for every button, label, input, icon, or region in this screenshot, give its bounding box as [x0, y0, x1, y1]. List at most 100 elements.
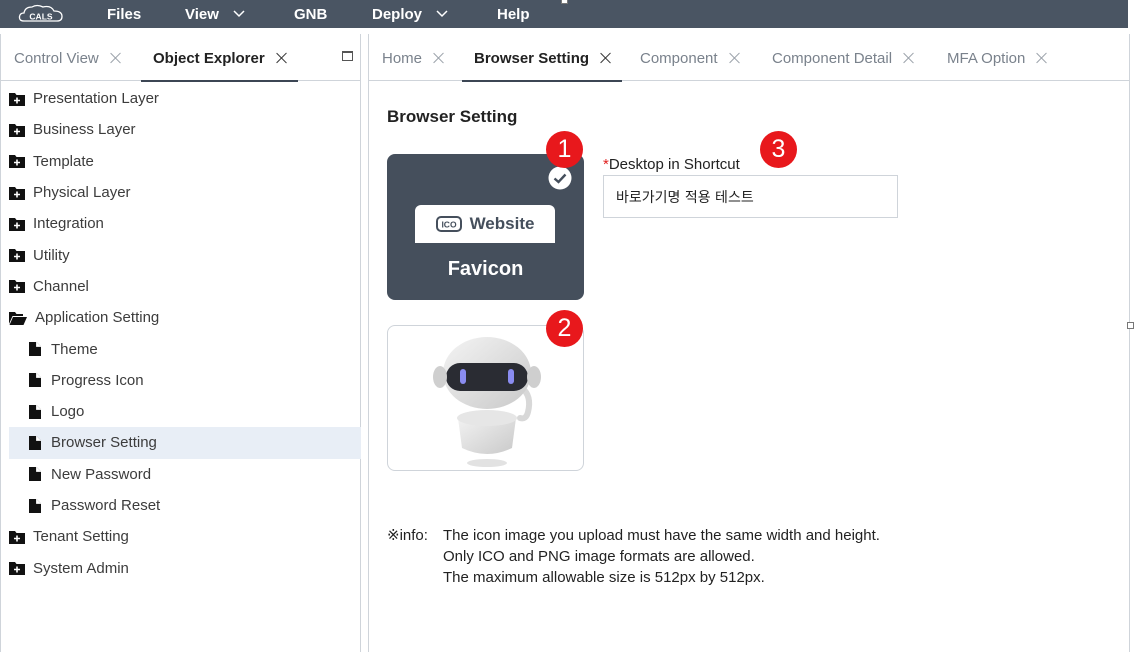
tree-item-label: Physical Layer: [33, 184, 131, 202]
info-prefix: ※info:: [387, 527, 428, 544]
right-tabbar: Home Browser Setting Component Component…: [369, 34, 1129, 82]
info-line: The maximum allowable size is 512px by 5…: [443, 569, 765, 586]
menu-gnb-label: GNB: [294, 5, 328, 23]
tree-item-label: Channel: [33, 277, 89, 295]
tree-item-password-reset[interactable]: Password Reset: [1, 490, 361, 521]
tab-control-view[interactable]: Control View: [14, 34, 122, 81]
tab-component[interactable]: Component: [640, 34, 741, 81]
tab-label: Component Detail: [772, 50, 893, 67]
close-icon[interactable]: [276, 52, 288, 64]
tree-item-logo[interactable]: Logo: [1, 396, 361, 427]
tree-item-new-password[interactable]: New Password: [1, 459, 361, 490]
tree-item-utility[interactable]: Utility: [1, 239, 361, 270]
tab-label: Control View: [14, 50, 99, 67]
file-icon: [29, 373, 41, 388]
menu-help-label: Help: [497, 5, 530, 23]
right-panel: Home Browser Setting Component Component…: [368, 34, 1130, 652]
tree-item-label: Password Reset: [51, 497, 161, 514]
tab-label: MFA Option: [947, 50, 1026, 67]
close-icon[interactable]: [903, 52, 915, 64]
left-tabbar: Control View Object Explorer: [1, 34, 360, 82]
tree-item-business-layer[interactable]: Business Layer: [1, 114, 361, 145]
resize-handle[interactable]: [1127, 322, 1134, 329]
tree-item-presentation-layer[interactable]: Presentation Layer: [1, 83, 361, 114]
folder-open-icon: [9, 311, 27, 325]
field-label-text: Desktop in Shortcut: [608, 156, 740, 173]
tree-item-label: System Admin: [33, 559, 129, 577]
folder-plus-icon: [9, 249, 25, 263]
resize-handle[interactable]: [561, 0, 568, 4]
menu-files-label: Files: [107, 5, 142, 23]
folder-plus-icon: [9, 92, 25, 106]
tab-object-explorer[interactable]: Object Explorer: [141, 34, 298, 82]
check-circle-icon: [548, 166, 572, 190]
tab-browser-setting[interactable]: Browser Setting: [461, 34, 623, 82]
tab-label: Object Explorer: [153, 50, 265, 67]
folder-plus-icon: [9, 155, 25, 169]
close-icon[interactable]: [110, 52, 122, 64]
close-icon[interactable]: [1036, 52, 1048, 64]
close-icon[interactable]: [729, 52, 741, 64]
section-title: Browser Setting: [387, 107, 518, 126]
tree-item-label: Business Layer: [33, 121, 136, 139]
tree-item-channel[interactable]: Channel: [1, 271, 361, 302]
chevron-down-icon: [233, 10, 245, 18]
tree-item-template[interactable]: Template: [1, 146, 361, 177]
menu-help[interactable]: Help: [497, 0, 530, 28]
tab-home[interactable]: Home: [382, 34, 445, 81]
left-panel: Control View Object Explorer Presentatio…: [0, 34, 361, 652]
tree-item-label: New Password: [51, 465, 152, 483]
tree-item-label: Application Setting: [35, 309, 160, 327]
ico-icon-text: ICO: [441, 220, 457, 230]
folder-plus-icon: [9, 217, 25, 231]
file-icon: [29, 467, 41, 482]
desktop-shortcut-label: *Desktop in Shortcut: [603, 156, 740, 173]
menu-deploy[interactable]: Deploy: [372, 0, 448, 28]
cals-logo-icon[interactable]: CALS: [18, 3, 66, 25]
tree-item-integration[interactable]: Integration: [1, 208, 361, 239]
tree-item-label: Progress Icon: [51, 371, 144, 389]
close-icon[interactable]: [600, 52, 612, 64]
website-label: Website: [469, 214, 535, 233]
badge-2: 2: [546, 310, 583, 347]
favicon-card[interactable]: ICO Website Favicon: [387, 154, 584, 300]
tree-item-browser-setting[interactable]: Browser Setting: [9, 427, 361, 459]
desktop-shortcut-input[interactable]: [603, 175, 898, 218]
tab-label: Home: [382, 50, 423, 67]
tree-item-system-admin[interactable]: System Admin: [1, 552, 361, 583]
info-line: The icon image you upload must have the …: [443, 527, 880, 544]
tab-component-detail[interactable]: Component Detail: [772, 34, 915, 81]
folder-plus-icon: [9, 186, 25, 200]
tab-label: Browser Setting: [474, 50, 590, 67]
folder-plus-icon: [9, 562, 25, 576]
tree-item-label: Logo: [51, 403, 85, 421]
menu-view[interactable]: View: [185, 0, 245, 28]
menu-files[interactable]: Files: [107, 0, 141, 28]
tree-item-theme[interactable]: Theme: [1, 333, 361, 364]
tab-label: Component: [640, 50, 718, 67]
object-tree: Presentation Layer Business Layer Templa…: [1, 83, 361, 584]
tree-item-label: Integration: [33, 215, 104, 233]
tree-item-progress-icon[interactable]: Progress Icon: [1, 365, 361, 396]
file-icon: [29, 435, 41, 450]
file-icon: [29, 342, 41, 357]
chevron-down-icon: [436, 10, 448, 18]
folder-plus-icon: [9, 123, 25, 137]
close-icon[interactable]: [433, 52, 445, 64]
tree-item-label: Browser Setting: [51, 434, 157, 452]
tab-mfa-option[interactable]: MFA Option: [947, 34, 1048, 81]
tree-item-label: Utility: [33, 246, 70, 264]
badge-1: 1: [546, 131, 583, 168]
menu-gnb[interactable]: GNB: [294, 0, 327, 28]
website-pill: ICO Website: [415, 205, 555, 243]
tree-item-tenant-setting[interactable]: Tenant Setting: [1, 521, 361, 552]
logo-text: CALS: [29, 12, 52, 22]
maximize-icon[interactable]: [342, 51, 353, 61]
favicon-label: Favicon: [447, 258, 524, 280]
tree-item-label: Template: [33, 152, 94, 170]
file-icon: [29, 498, 41, 513]
info-lines: The icon image you upload must have the …: [443, 525, 923, 588]
robot-image-card[interactable]: [387, 325, 584, 471]
tree-item-physical-layer[interactable]: Physical Layer: [1, 177, 361, 208]
tree-item-application-setting[interactable]: Application Setting: [1, 302, 361, 333]
